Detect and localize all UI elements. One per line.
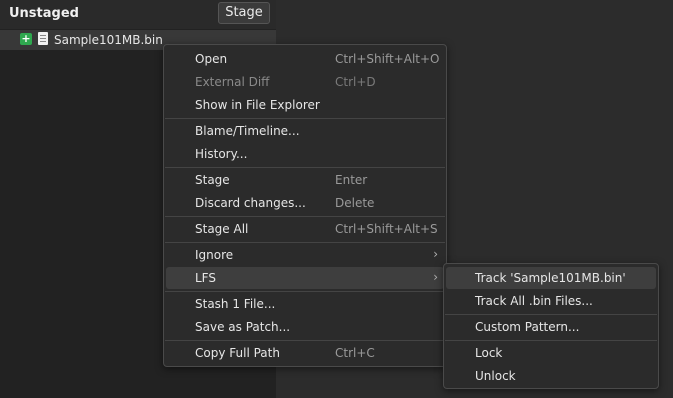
menu-separator (165, 216, 445, 217)
submenu-item-track-extension[interactable]: Track All .bin Files... (446, 290, 656, 312)
menu-item-discard[interactable]: Discard changes... Delete (166, 192, 444, 214)
menu-item-stash[interactable]: Stash 1 File... (166, 293, 444, 315)
menu-item-open[interactable]: Open Ctrl+Shift+Alt+O (166, 48, 444, 70)
menu-item-copy-path[interactable]: Copy Full Path Ctrl+C (166, 342, 444, 364)
submenu-item-unlock[interactable]: Unlock (446, 365, 656, 387)
chevron-right-icon: › (433, 270, 438, 284)
chevron-right-icon: › (433, 247, 438, 261)
stage-button[interactable]: Stage (218, 2, 270, 24)
submenu-item-custom-pattern[interactable]: Custom Pattern... (446, 316, 656, 338)
context-menu: Open Ctrl+Shift+Alt+O External Diff Ctrl… (163, 44, 447, 367)
submenu-item-lock[interactable]: Lock (446, 342, 656, 364)
menu-item-stage[interactable]: Stage Enter (166, 169, 444, 191)
menu-separator (165, 118, 445, 119)
panel-header: Unstaged Stage (0, 0, 276, 29)
added-status-icon: + (20, 32, 32, 45)
menu-separator (445, 340, 657, 341)
panel-title: Unstaged (9, 6, 79, 21)
lfs-submenu: Track 'Sample101MB.bin' Track All .bin F… (443, 263, 659, 389)
menu-item-blame[interactable]: Blame/Timeline... (166, 120, 444, 142)
file-icon (38, 32, 48, 45)
menu-separator (165, 242, 445, 243)
menu-separator (445, 314, 657, 315)
menu-item-external-diff[interactable]: External Diff Ctrl+D (166, 71, 444, 93)
menu-item-ignore[interactable]: Ignore › (166, 244, 444, 266)
menu-item-lfs[interactable]: LFS › (166, 267, 444, 289)
menu-item-stage-all[interactable]: Stage All Ctrl+Shift+Alt+S (166, 218, 444, 240)
menu-item-save-patch[interactable]: Save as Patch... (166, 316, 444, 338)
menu-item-show-in-explorer[interactable]: Show in File Explorer (166, 94, 444, 116)
menu-item-history[interactable]: History... (166, 143, 444, 165)
submenu-item-track-file[interactable]: Track 'Sample101MB.bin' (446, 267, 656, 289)
menu-separator (165, 291, 445, 292)
menu-separator (165, 340, 445, 341)
file-name: Sample101MB.bin (54, 33, 163, 47)
menu-separator (165, 167, 445, 168)
